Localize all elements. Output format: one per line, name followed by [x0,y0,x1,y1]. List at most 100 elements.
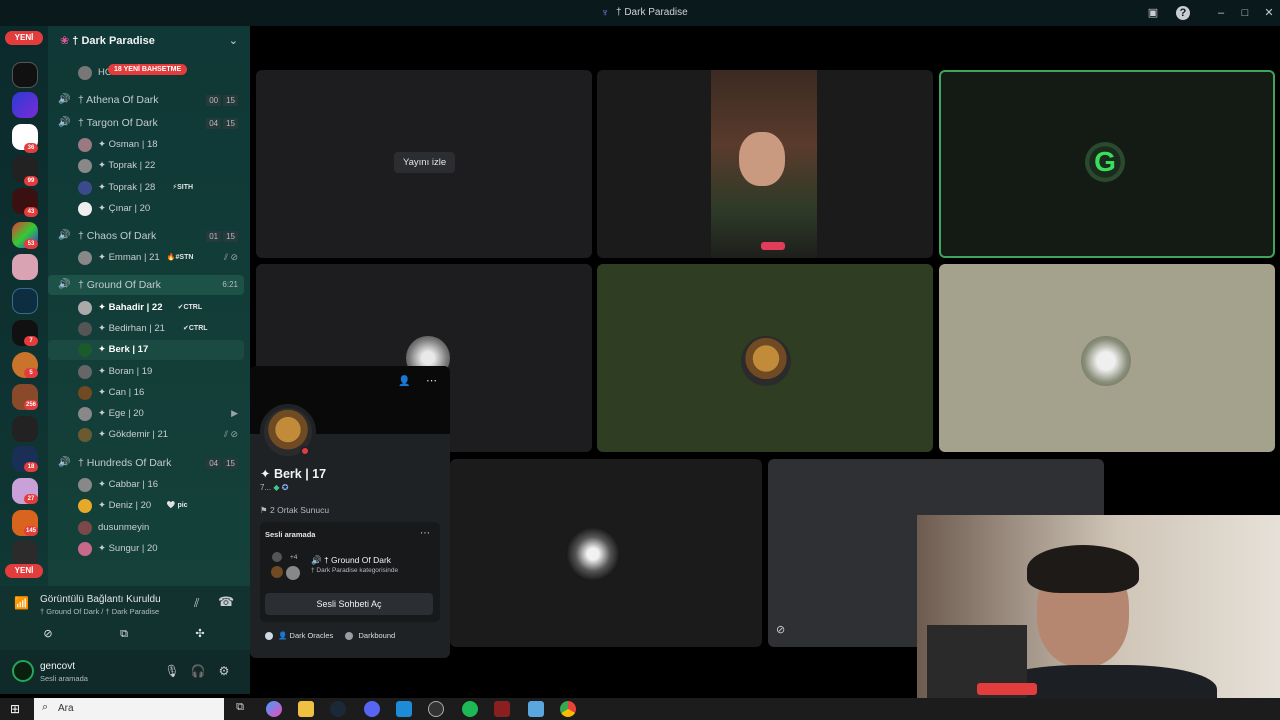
call-timer: 6:21 [222,280,238,289]
voice-user-name: ✦ Toprak | 28 [98,182,156,193]
new-badge-top[interactable]: YENİ [5,31,43,45]
spotify-icon[interactable] [462,701,478,717]
server-icon-bc[interactable] [12,288,38,314]
user-name[interactable]: gencovt [40,661,75,672]
voice-channel-name: † Athena Of Dark [78,94,159,106]
video-off-button[interactable]: ⊘ [20,624,76,644]
user-limit: 04 15 [204,118,238,129]
voice-user[interactable]: ✦ Toprak | 28 ⚡SITH [48,178,244,198]
screen-share-button[interactable]: ⧉ [96,624,152,644]
avatar [78,181,92,195]
participant-tile[interactable] [450,459,762,647]
voice-user[interactable]: ✦ Emman | 21 🔥#STN ⫽ ⊘ [48,248,244,268]
taskbar-search[interactable]: ⌕ Ara [34,698,224,720]
chrome-icon[interactable] [560,701,576,717]
new-badge-bottom[interactable]: YENİ [5,564,43,578]
voice-user[interactable]: ✦ Can | 16 [48,383,244,403]
connection-status[interactable]: Görüntülü Bağlantı Kuruldu [40,594,161,605]
chevron-down-icon[interactable]: ⌄ [229,34,238,47]
voice-connection-panel: 📶 Görüntülü Bağlantı Kuruldu † Ground Of… [0,586,250,650]
avatar [78,343,92,357]
voice-channel-name: † Targon Of Dark [78,117,158,129]
watch-stream-button[interactable]: Yayını izle [394,152,456,173]
voice-user[interactable]: ✦ Cabbar | 16 [48,475,244,495]
voice-channel[interactable]: 🔊 † Targon Of Dark 04 15 [48,113,244,133]
participant-tile[interactable] [597,264,933,452]
copilot-icon[interactable] [266,701,282,717]
profile-short: 7... [260,483,272,492]
gear-icon[interactable]: ⚙ [216,664,232,680]
avatar[interactable] [12,660,34,682]
search-placeholder: Ara [58,703,74,714]
voice-user[interactable]: ✦ Boran | 19 [48,362,244,382]
title-bar: ♆ † Dark Paradise ▣ ? – □ ✕ [0,0,1280,26]
obs-icon[interactable] [428,701,444,717]
voice-channel[interactable]: 🔊 † Chaos Of Dark 01 15 [48,226,244,246]
add-friend-icon[interactable]: 👤 [398,376,410,387]
voice-user[interactable]: ✦ Çınar | 20 [48,199,244,219]
voice-user-name: ✦ Berk | 17 [98,344,149,355]
voice-user[interactable]: ✦ Deniz | 20 🤍 pic [48,496,244,516]
muted-icon: ⫽ ⊘ [223,252,238,262]
app-icon[interactable] [494,701,510,717]
voice-activity-heading: Sesli aramada [265,530,316,539]
noise-suppression-icon[interactable]: ⫽ [194,596,199,611]
activities-button[interactable]: ✣ [172,624,228,644]
server-icon-blue[interactable] [12,92,38,118]
server-icon-grey[interactable] [12,540,38,566]
mention-badge: 43 [24,207,38,217]
server-icon-detroit[interactable] [12,416,38,442]
microphone-icon[interactable]: 🎙 [164,664,180,680]
headphones-icon[interactable]: 🎧 [190,664,206,680]
open-voice-chat-button[interactable]: Sesli Sohbeti Aç [265,593,433,615]
server-icon-ctrl[interactable] [12,62,38,88]
voice-user[interactable]: ✦ Osman | 18 [48,135,244,155]
voice-user[interactable]: ✦ Ege | 20 ▶ [48,404,244,424]
badge-icon: ◆ [273,483,280,492]
speaker-icon: 🔊 [58,117,71,128]
stream-tile[interactable]: Yayını izle [256,70,592,258]
voice-user[interactable]: ✦ Toprak | 22 [48,156,244,176]
voice-user-name: ✦ Boran | 19 [98,366,153,377]
steam-icon[interactable] [330,701,346,717]
mention-badge: 5 [24,368,38,378]
camera-tile[interactable] [597,70,933,258]
mutual-servers[interactable]: ⚑ 2 Ortak Sunucu [260,505,329,516]
user-limit: 00 15 [204,95,238,106]
server-header[interactable]: ❀ † Dark Paradise ⌄ [48,26,250,56]
participant-tile[interactable] [939,264,1275,452]
new-mentions-pill[interactable]: 18 YENİ BAHSETME [108,64,188,75]
app-icon[interactable] [528,701,544,717]
voice-user[interactable]: ✦ Gökdemir | 21 ⫽ ⊘ [48,425,244,445]
file-explorer-icon[interactable] [298,701,314,717]
user-status: Sesli aramada [40,674,88,683]
minimize-icon[interactable]: – [1214,6,1228,20]
task-view-icon[interactable]: ⧉ [232,701,248,717]
voice-user[interactable]: ✦ Bahadir | 22 ✔CTRL [48,298,244,318]
avatar [78,251,92,265]
voice-user[interactable]: ✦ Sungur | 20 [48,539,244,559]
close-icon[interactable]: ✕ [1262,6,1276,20]
speaking-tile[interactable]: G [939,70,1275,258]
speaker-icon: 🔊 [58,94,71,105]
server-icon-pink[interactable] [12,254,38,280]
user-count: 00 [206,95,222,106]
outlook-icon[interactable] [396,701,412,717]
mention-badge: 53 [24,239,38,249]
more-icon[interactable]: ⋯ [426,374,437,387]
video-off-icon: ⊘ [776,624,786,636]
voice-user[interactable]: ✦ Berk | 17 [48,340,244,360]
voice-channel[interactable]: 🔊 † Hundreds Of Dark 04 15 [48,453,244,473]
voice-user-name: ✦ Emman | 21 [98,252,160,263]
maximize-icon[interactable]: □ [1238,6,1252,20]
disconnect-icon[interactable]: ☎ [218,594,234,610]
help-icon[interactable]: ? [1176,6,1190,20]
more-icon[interactable]: ⋯ [420,528,430,539]
windows-start-icon[interactable]: ⊞ [10,702,20,716]
voice-user[interactable]: ✦ Bedirhan | 21 ✔CTRL [48,319,244,339]
discord-icon[interactable] [364,701,380,717]
voice-channel[interactable]: 🔊 † Ground Of Dark 6:21 [48,275,244,295]
voice-user[interactable]: dusunmeyin [48,518,244,538]
voice-channel[interactable]: 🔊 † Athena Of Dark 00 15 [48,90,244,110]
inbox-icon[interactable]: ▣ [1146,6,1160,20]
